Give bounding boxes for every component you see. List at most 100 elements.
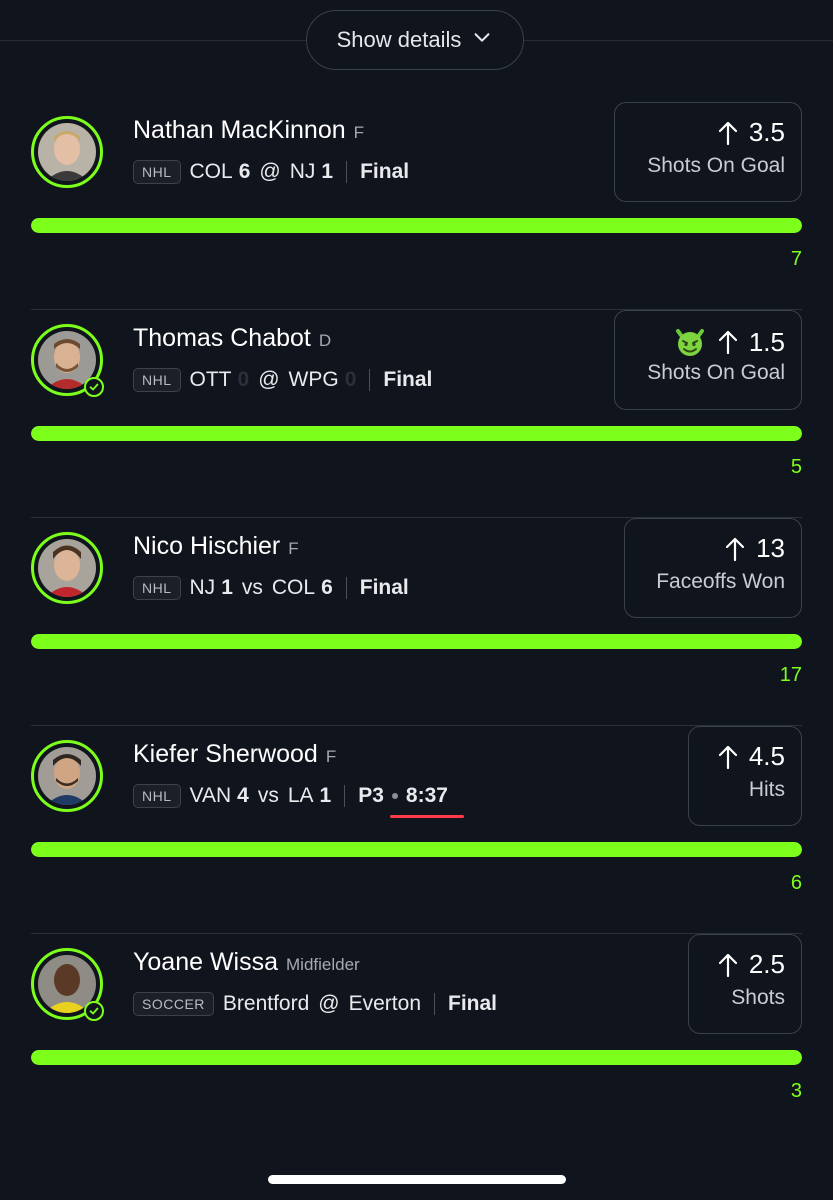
divider	[345, 577, 347, 599]
pick-card[interactable]: Yoane Wissa Midfielder SOCCER Brentford …	[0, 934, 833, 1142]
pick-card[interactable]: Nico Hischier F NHL NJ 1 vs COL 6 Final 13…	[0, 518, 833, 726]
stat-type: Shots On Goal	[647, 154, 785, 177]
team-2: NJ	[289, 160, 316, 183]
actual-value: 6	[790, 872, 802, 894]
projection-line: 1.5	[748, 326, 785, 357]
league-badge: NHL	[133, 160, 181, 184]
pick-card[interactable]: Kiefer Sherwood F NHL VAN 4 vs LA 1 P3 8:3…	[0, 726, 833, 934]
divider	[434, 993, 435, 1015]
player-position: F	[288, 539, 299, 558]
check-icon	[84, 377, 104, 397]
arrow-up-icon	[724, 536, 746, 562]
player-name: Yoane Wissa	[133, 948, 278, 976]
league-badge: NHL	[133, 784, 181, 808]
player-position: F	[353, 123, 365, 142]
projection-line: 4.5	[748, 741, 785, 771]
avatar	[31, 948, 104, 1021]
team-2: LA	[287, 784, 314, 807]
team-1: VAN	[189, 784, 232, 807]
progress-bar	[31, 634, 802, 649]
league-badge: NHL	[133, 368, 181, 392]
arrow-up-icon	[717, 329, 739, 355]
team-1-score: 0	[237, 368, 250, 391]
team-1: NJ	[189, 576, 216, 599]
avatar	[31, 324, 104, 397]
divider	[369, 369, 371, 391]
arrow-up-icon	[717, 744, 739, 770]
separator-dot	[391, 793, 398, 799]
team-2-score: 1	[319, 784, 332, 807]
player-position: F	[325, 747, 337, 766]
progress-bar	[31, 842, 802, 857]
team-2-score: 1	[321, 160, 334, 183]
projection-box: 3.5 Shots On Goal	[614, 102, 802, 202]
actual-value: 5	[790, 456, 802, 478]
arrow-up-icon	[717, 120, 739, 146]
league-badge: NHL	[133, 576, 181, 600]
actual-value: 3	[790, 1080, 802, 1102]
game-info: NHL VAN 4 vs LA 1 P3 8:37	[133, 784, 464, 818]
matchup-connector: @	[258, 368, 280, 391]
actual-value: 7	[790, 248, 802, 270]
projection-box: 1.5 Shots On Goal	[614, 310, 802, 410]
progress-bar	[31, 1050, 802, 1065]
game-status: Final	[383, 368, 433, 391]
team-1: Brentford	[222, 992, 310, 1015]
game-info: NHL COL 6 @ NJ 1 Final	[133, 160, 409, 184]
stat-type: Hits	[748, 778, 785, 801]
projection-box: 13 Faceoffs Won	[624, 518, 802, 618]
team-2: WPG	[288, 368, 339, 391]
devil-emoji-icon	[673, 325, 707, 359]
show-details-button[interactable]: Show details	[306, 10, 524, 70]
game-status: Final	[448, 992, 498, 1015]
pick-card[interactable]: Nathan MacKinnon F NHL COL 6 @ NJ 1 Final …	[0, 102, 833, 310]
progress-bar	[31, 426, 802, 441]
projection-line: 13	[756, 533, 785, 563]
game-status: Final	[359, 576, 409, 599]
game-status: Final	[360, 160, 410, 183]
matchup-connector: @	[318, 992, 340, 1015]
avatar	[31, 740, 103, 812]
team-1-score: 6	[238, 160, 251, 183]
projection-box: 4.5 Hits	[688, 726, 802, 826]
game-clock: 8:37	[389, 784, 464, 818]
avatar	[31, 532, 103, 604]
projection-line: 2.5	[748, 949, 785, 979]
home-indicator[interactable]	[268, 1175, 566, 1184]
team-1-score: 1	[221, 576, 233, 599]
player-name: Nathan MacKinnon	[133, 116, 346, 144]
team-2-score: 6	[321, 576, 333, 599]
arrow-up-icon	[717, 952, 739, 978]
team-2: Everton	[348, 992, 421, 1015]
player-name: Nico Hischier	[133, 532, 281, 560]
progress-bar	[31, 218, 802, 233]
player-name: Kiefer Sherwood	[133, 740, 318, 768]
stat-type: Shots	[731, 986, 785, 1009]
team-1: COL	[189, 160, 233, 183]
avatar	[31, 116, 103, 188]
matchup-connector: vs	[257, 784, 279, 807]
actual-value: 17	[779, 664, 802, 686]
team-2-score: 0	[344, 368, 357, 391]
game-info: SOCCER Brentford @ Everton Final	[133, 992, 497, 1016]
divider	[344, 785, 346, 807]
stat-type: Faceoffs Won	[656, 570, 785, 593]
check-icon	[84, 1001, 104, 1021]
team-1-score: 4	[237, 784, 249, 807]
game-info: NHL OTT 0 @ WPG 0 Final	[133, 368, 432, 392]
projection-line: 3.5	[748, 117, 785, 147]
projection-box: 2.5 Shots	[688, 934, 802, 1034]
show-details-label: Show details	[336, 27, 462, 52]
matchup-connector: @	[259, 160, 281, 183]
pick-card[interactable]: Thomas Chabot D NHL OTT 0 @ WPG 0 Final 1.…	[0, 310, 833, 518]
player-name: Thomas Chabot	[133, 324, 311, 352]
game-info: NHL NJ 1 vs COL 6 Final	[133, 576, 409, 600]
live-game-clock: P3 8:37	[358, 784, 464, 818]
divider	[346, 161, 348, 183]
matchup-connector: vs	[241, 576, 263, 599]
league-badge: SOCCER	[133, 992, 214, 1016]
player-position: D	[318, 331, 332, 350]
team-1: OTT	[189, 368, 232, 391]
game-period: P3	[358, 784, 384, 807]
player-position: Midfielder	[286, 955, 360, 974]
